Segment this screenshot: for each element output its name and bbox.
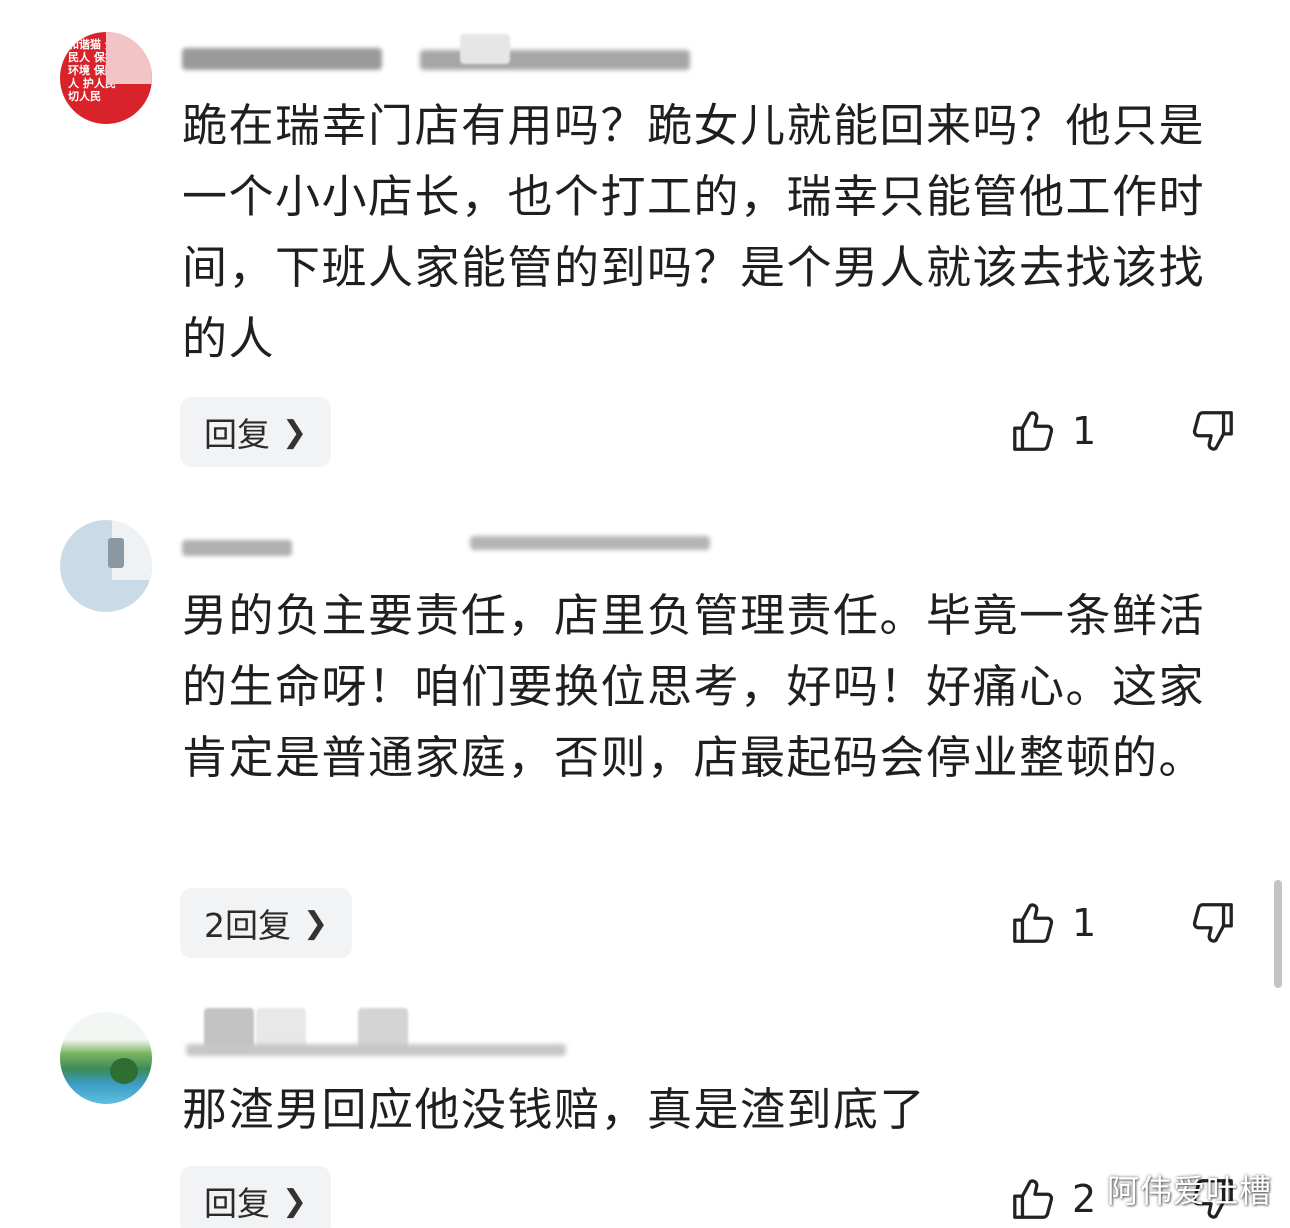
comment-meta-redacted <box>186 1044 566 1056</box>
reply-button[interactable]: 回复 ❯ <box>180 397 332 467</box>
chevron-right-icon: ❯ <box>303 905 329 941</box>
like-button[interactable]: 1 <box>1010 408 1096 454</box>
reply-button[interactable]: 回复 ❯ <box>180 1166 332 1228</box>
comment-text: 那渣男回应他没钱赔，真是渣到底了 <box>182 1083 927 1136</box>
redaction-patch <box>460 34 510 64</box>
avatar[interactable]: 和谐猫 全民人 保护环境 保障 人 护人民 切人民 <box>60 32 152 124</box>
reply-label: 回复 <box>204 415 270 454</box>
avatar-detail <box>108 538 124 568</box>
thumbs-down-icon <box>1192 411 1233 451</box>
comment-text: 跪在瑞幸门店有用吗？跪女儿就能回来吗？他只是一个小小店长，也个打工的，瑞幸只能管… <box>182 99 1206 365</box>
watermark: 阿伟爱吐槽 <box>1106 1172 1272 1210</box>
thumbs-up-icon <box>1013 411 1054 451</box>
chevron-right-icon: ❯ <box>282 1183 308 1219</box>
like-button[interactable]: 1 <box>1010 900 1096 946</box>
username-redacted[interactable] <box>182 540 292 556</box>
comment-meta-redacted <box>470 536 710 550</box>
comment-thread: 和谐猫 全民人 保护环境 保障 人 护人民 切人民 跪在瑞幸门店有用吗？跪女儿就… <box>0 0 1290 1228</box>
reply-label: 回复 <box>204 1184 270 1223</box>
avatar-blur-patch <box>106 32 152 84</box>
thumbs-up-icon <box>1013 1179 1054 1219</box>
avatar[interactable] <box>60 520 152 612</box>
reply-label: 2回复 <box>204 906 291 945</box>
chevron-right-icon: ❯ <box>282 414 308 450</box>
avatar-detail <box>110 1058 138 1084</box>
like-count: 2 <box>1072 1177 1097 1221</box>
scrollbar[interactable] <box>1274 880 1282 988</box>
dislike-button[interactable] <box>1190 900 1236 946</box>
comment-text: 男的负主要责任，店里负管理责任。毕竟一条鲜活的生命呀！咱们要换位思考，好吗！好痛… <box>182 589 1206 784</box>
avatar[interactable] <box>60 1012 152 1104</box>
reply-button[interactable]: 2回复 ❯ <box>180 888 353 958</box>
like-button[interactable]: 2 <box>1010 1176 1096 1222</box>
dislike-button[interactable] <box>1190 408 1236 454</box>
thumbs-up-icon <box>1013 903 1054 943</box>
like-count: 1 <box>1072 901 1097 945</box>
thumbs-down-icon <box>1192 903 1233 943</box>
username-redacted[interactable] <box>182 48 382 70</box>
like-count: 1 <box>1072 409 1097 453</box>
